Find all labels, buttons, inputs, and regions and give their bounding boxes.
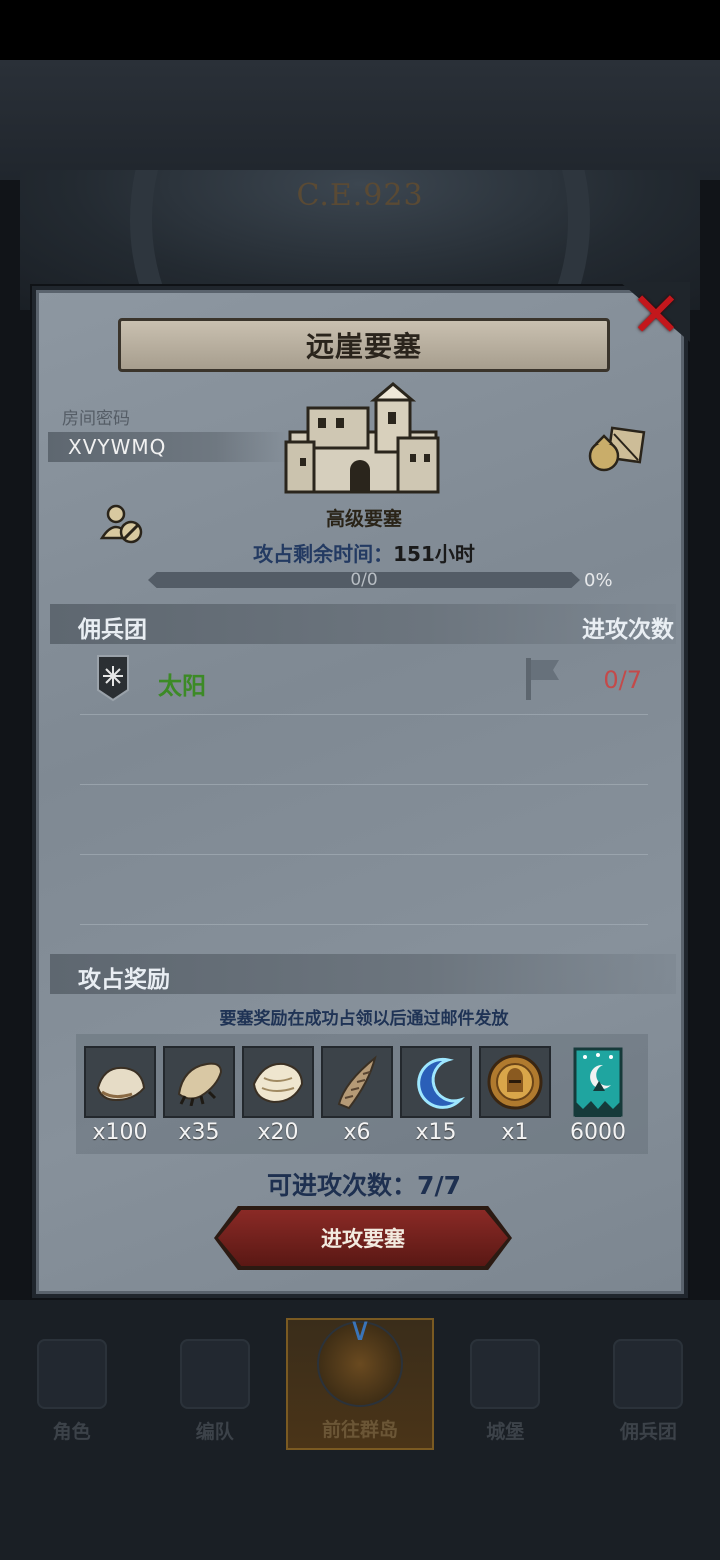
reward-slot bbox=[479, 1046, 551, 1118]
reward-quantity: 6000 bbox=[570, 1120, 626, 1145]
remaining-time: 攻占剩余时间：151小时 bbox=[36, 538, 692, 567]
reward-slot bbox=[84, 1046, 156, 1118]
attack-fortress-button[interactable]: 进攻要塞 bbox=[218, 1210, 508, 1266]
room-code[interactable]: XVYWMQ bbox=[68, 435, 166, 459]
mercenary-section-header: 佣兵团 进攻次数 bbox=[50, 604, 676, 644]
reward-quantity: x20 bbox=[257, 1120, 299, 1145]
title-banner: 远崖要塞 bbox=[118, 318, 610, 372]
close-icon[interactable]: ✕ bbox=[630, 284, 682, 346]
knight-icon bbox=[36, 1339, 107, 1409]
nav-label: 编队 bbox=[195, 1421, 234, 1443]
background-upper bbox=[0, 60, 720, 180]
flag-icon bbox=[526, 658, 559, 700]
reward-slot bbox=[163, 1046, 235, 1118]
row-divider bbox=[80, 854, 648, 855]
reward-item[interactable]: x1 bbox=[479, 1046, 551, 1145]
guild-emblem-icon bbox=[97, 655, 129, 702]
reward-item[interactable]: x20 bbox=[242, 1046, 314, 1145]
remaining-time-value: 151小时 bbox=[393, 542, 475, 566]
nav-label: 角色 bbox=[52, 1421, 91, 1443]
attacks-available-value: 7/7 bbox=[417, 1171, 461, 1200]
reward-item[interactable]: 6000 bbox=[558, 1046, 638, 1145]
reward-slot bbox=[242, 1046, 314, 1118]
chevron-down-icon: ∨ bbox=[348, 1310, 372, 1348]
crescent-blade-icon bbox=[417, 1057, 466, 1109]
guild-name[interactable]: 太阳 bbox=[158, 666, 206, 701]
reward-item[interactable]: x35 bbox=[163, 1046, 235, 1145]
row-divider bbox=[80, 784, 648, 785]
nav-item-mercenary[interactable]: 佣兵团 bbox=[577, 1318, 720, 1450]
attack-count-header: 进攻次数 bbox=[582, 617, 674, 643]
reward-quantity: x35 bbox=[178, 1120, 220, 1145]
status-bar bbox=[0, 0, 720, 60]
dialog-title: 远崖要塞 bbox=[305, 330, 422, 363]
reward-quantity: x1 bbox=[501, 1120, 529, 1145]
row-divider bbox=[80, 924, 648, 925]
reward-item[interactable]: x100 bbox=[84, 1046, 156, 1145]
attacks-available: 可进攻次数：7/7 bbox=[36, 1166, 692, 1202]
nav-item-archipelago[interactable]: ∨ 前往群岛 bbox=[286, 1313, 434, 1450]
reward-slot bbox=[321, 1046, 393, 1118]
year-label: C.E.923 bbox=[296, 178, 424, 213]
reward-item[interactable]: x15 bbox=[400, 1046, 472, 1145]
capture-progress-text: 0/0 bbox=[350, 570, 378, 590]
reward-slot bbox=[400, 1046, 472, 1118]
nav-item-castle[interactable]: 城堡 bbox=[434, 1318, 577, 1450]
reward-quantity: x100 bbox=[92, 1120, 148, 1145]
knight-medal-icon bbox=[487, 1054, 543, 1110]
bottom-nav: 角色 编队 ∨ 前往群岛 城堡 佣兵团 bbox=[0, 1313, 720, 1450]
ship-icon bbox=[613, 1339, 684, 1409]
reward-slot bbox=[558, 1046, 638, 1118]
fur-icon bbox=[252, 1062, 304, 1104]
capture-progress-percent: 0% bbox=[584, 570, 613, 591]
horn-icon bbox=[337, 1055, 377, 1110]
nav-item-formation[interactable]: 编队 bbox=[143, 1318, 286, 1450]
castle-icon bbox=[470, 1339, 541, 1409]
reward-section-header: 攻占奖励 bbox=[50, 954, 676, 994]
nav-label: 前往群岛 bbox=[322, 1419, 399, 1441]
nav-label: 城堡 bbox=[486, 1421, 525, 1443]
nav-item-character[interactable]: 角色 bbox=[0, 1318, 143, 1450]
row-divider bbox=[80, 714, 648, 715]
loot-bag-icon[interactable] bbox=[586, 424, 648, 474]
remaining-time-label: 攻占剩余时间： bbox=[253, 542, 394, 566]
reward-header: 攻占奖励 bbox=[78, 967, 170, 993]
hide-pelt-icon bbox=[96, 1066, 146, 1102]
fortress-image bbox=[284, 382, 440, 494]
fortress-dialog: ✕ 远崖要塞 房间密码 XVYWMQ 高级要塞 攻占剩余时间：151小时 0/0… bbox=[32, 282, 690, 1298]
reward-list: x100 x35 x20 x6 x15 x1 6000 bbox=[76, 1034, 648, 1154]
guild-attack-count: 0/7 bbox=[603, 666, 642, 694]
reward-quantity: x15 bbox=[415, 1120, 457, 1145]
nav-label: 佣兵团 bbox=[619, 1421, 677, 1443]
claw-icon bbox=[177, 1062, 223, 1106]
reward-item[interactable]: x6 bbox=[321, 1046, 393, 1145]
attacks-available-label: 可进攻次数： bbox=[267, 1171, 418, 1200]
reward-quantity: x6 bbox=[343, 1120, 371, 1145]
mercenary-header: 佣兵团 bbox=[78, 617, 147, 643]
banner-icon bbox=[573, 1047, 623, 1117]
helmet-icon bbox=[179, 1339, 250, 1409]
room-password-label: 房间密码 bbox=[62, 409, 130, 429]
attack-fortress-label: 进攻要塞 bbox=[321, 1227, 405, 1251]
reward-note: 要塞奖励在成功占领以后通过邮件发放 bbox=[219, 1009, 509, 1029]
